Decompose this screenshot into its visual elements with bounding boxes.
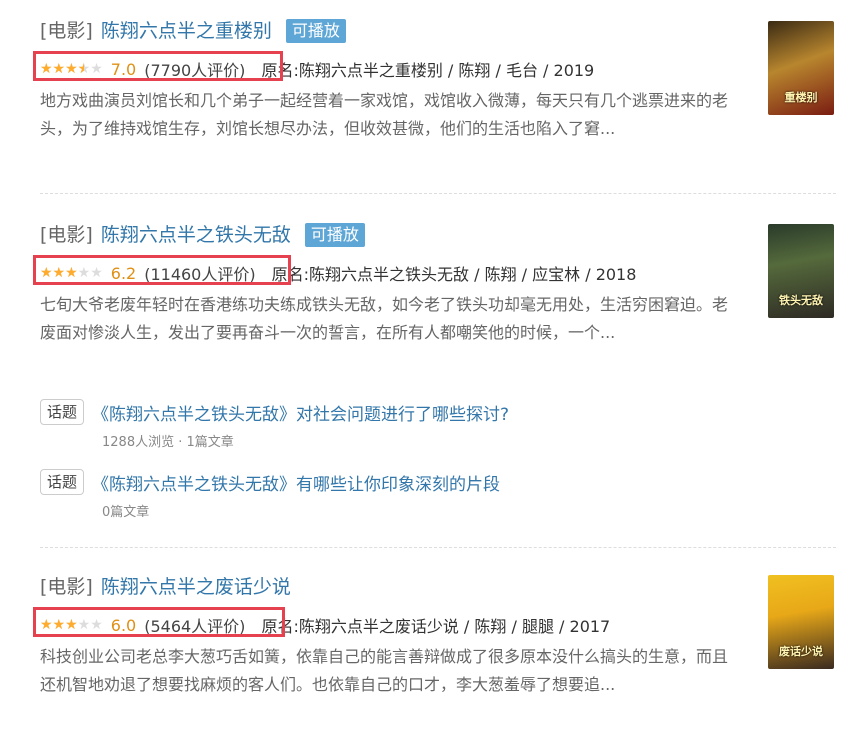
result-category: [电影]	[40, 224, 93, 246]
rating-stars-icon: ★★★★★★★★★★	[40, 61, 103, 77]
poster-title: 废话少说	[779, 645, 823, 658]
poster-title: 重楼别	[784, 91, 818, 104]
search-result: [电影] 陈翔六点半之废话少说 ★★★★★★★★★★ 6.0 (5464人评价)…	[33, 574, 840, 699]
result-meta: ★★★★★★★★★★ 7.0 (7790人评价) 原名:陈翔六点半之重楼别 / …	[33, 51, 840, 82]
topic-meta: 0篇文章	[102, 505, 150, 520]
playable-badge[interactable]: 可播放	[285, 19, 346, 43]
rating-stars-icon: ★★★★★★★★★★	[40, 617, 103, 633]
result-abstract: 科技创业公司老总李大葱巧舌如簧，依靠自己的能言善辩做成了很多原本没什么搞头的生意…	[40, 647, 729, 694]
result-title-line: [电影] 陈翔六点半之铁头无敌 可播放	[40, 222, 840, 248]
result-category: [电影]	[40, 20, 93, 42]
poster-title: 铁头无敌	[779, 294, 823, 307]
topic-meta: 1288人浏览 · 1篇文章	[102, 435, 234, 450]
subject-cast: 原名:陈翔六点半之铁头无敌 / 陈翔 / 应宝林 / 2018	[271, 265, 637, 284]
result-title-line: [电影] 陈翔六点半之废话少说	[40, 574, 840, 600]
topic-item: 话题 《陈翔六点半之铁头无敌》对社会问题进行了哪些探讨? 1288人浏览 · 1…	[40, 399, 760, 450]
result-title-link[interactable]: 陈翔六点半之铁头无敌	[101, 222, 291, 248]
divider	[40, 547, 836, 548]
topic-link[interactable]: 《陈翔六点半之铁头无敌》有哪些让你印象深刻的片段	[92, 470, 500, 495]
result-title-link[interactable]: 陈翔六点半之废话少说	[101, 574, 291, 600]
topic-item: 话题 《陈翔六点半之铁头无敌》有哪些让你印象深刻的片段 0篇文章	[40, 469, 760, 520]
movie-poster[interactable]: 铁头无敌	[768, 224, 834, 318]
rating-stars-icon: ★★★★★★★★★★	[40, 265, 103, 281]
playable-badge[interactable]: 可播放	[304, 223, 365, 247]
topic-link[interactable]: 《陈翔六点半之铁头无敌》对社会问题进行了哪些探讨?	[92, 400, 509, 425]
movie-poster[interactable]: 废话少说	[768, 575, 834, 669]
movie-poster[interactable]: 重楼别	[768, 21, 834, 115]
topic-tag: 话题	[40, 399, 85, 425]
divider	[40, 193, 836, 194]
subject-cast: 原名:陈翔六点半之废话少说 / 陈翔 / 腿腿 / 2017	[261, 617, 611, 636]
subject-cast: 原名:陈翔六点半之重楼别 / 陈翔 / 毛台 / 2019	[261, 61, 595, 80]
result-meta: ★★★★★★★★★★ 6.2 (11460人评价) 原名:陈翔六点半之铁头无敌 …	[33, 255, 840, 286]
result-title-line: [电影] 陈翔六点半之重楼别 可播放	[40, 18, 840, 44]
result-title-link[interactable]: 陈翔六点半之重楼别	[101, 18, 272, 44]
topic-tag: 话题	[40, 469, 85, 495]
result-meta: ★★★★★★★★★★ 6.0 (5464人评价) 原名:陈翔六点半之废话少说 /…	[33, 607, 840, 638]
result-category: [电影]	[40, 576, 93, 598]
search-result: [电影] 陈翔六点半之重楼别 可播放 ★★★★★★★★★★ 7.0 (7790人…	[33, 18, 840, 143]
result-abstract: 地方戏曲演员刘馆长和几个弟子一起经营着一家戏馆，戏馆收入微薄，每天只有几个逃票进…	[40, 91, 729, 138]
search-result: [电影] 陈翔六点半之铁头无敌 可播放 ★★★★★★★★★★ 6.2 (1146…	[33, 222, 840, 347]
result-abstract: 七旬大爷老废年轻时在香港练功夫练成铁头无敌，如今老了铁头功却毫无用处，生活穷困窘…	[40, 295, 729, 342]
